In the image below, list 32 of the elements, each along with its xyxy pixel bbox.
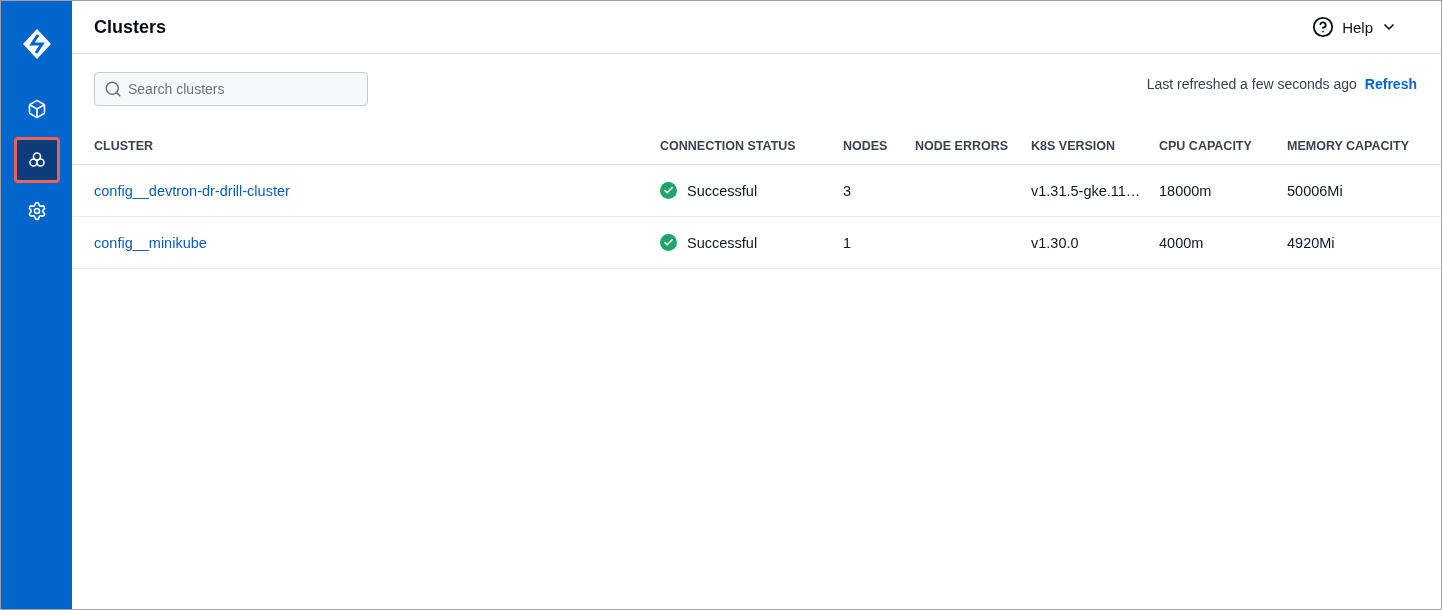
page-title: Clusters: [94, 16, 167, 38]
status-text: Successful: [687, 182, 758, 199]
success-icon: [660, 182, 677, 199]
table-cell: 4000m: [1159, 234, 1204, 251]
column-header: NODE ERRORS: [915, 139, 1009, 153]
help-icon: [1312, 16, 1335, 38]
table-cell: 1: [843, 234, 852, 251]
column-header: CLUSTER: [94, 139, 154, 153]
table-cell: v1.30.0: [1031, 234, 1079, 251]
success-icon: [660, 234, 677, 251]
column-header: NODES: [843, 139, 888, 153]
column-header: K8S VERSION: [1031, 139, 1116, 153]
status-text: Successful: [687, 234, 758, 251]
table-cell: 4920Mi: [1287, 234, 1335, 251]
table-cell: 50006Mi: [1287, 182, 1343, 199]
search-field[interactable]: Search clusters: [94, 72, 368, 106]
table-cell: 3: [843, 182, 852, 199]
settings-icon: [26, 201, 47, 221]
cluster-link[interactable]: config__devtron-dr-drill-cluster: [94, 182, 290, 199]
clusters-icon: [26, 150, 47, 170]
nav-item[interactable]: [13, 137, 60, 183]
column-header: CONNECTION STATUS: [660, 139, 796, 153]
refresh-link[interactable]: Refresh: [1364, 76, 1417, 92]
table-cell: 18000m: [1159, 182, 1212, 199]
cluster-link[interactable]: config__minikube: [94, 234, 207, 251]
column-header: MEMORY CAPACITY: [1287, 139, 1409, 153]
column-header: CPU CAPACITY: [1159, 139, 1252, 153]
table-cell: v1.31.5-gke.11…: [1031, 182, 1141, 199]
refresh-status: Last refreshed a few seconds ago: [1146, 76, 1357, 92]
cube-icon: [26, 99, 47, 119]
search-icon: [104, 80, 122, 98]
help-button[interactable]: Help: [1312, 16, 1397, 38]
